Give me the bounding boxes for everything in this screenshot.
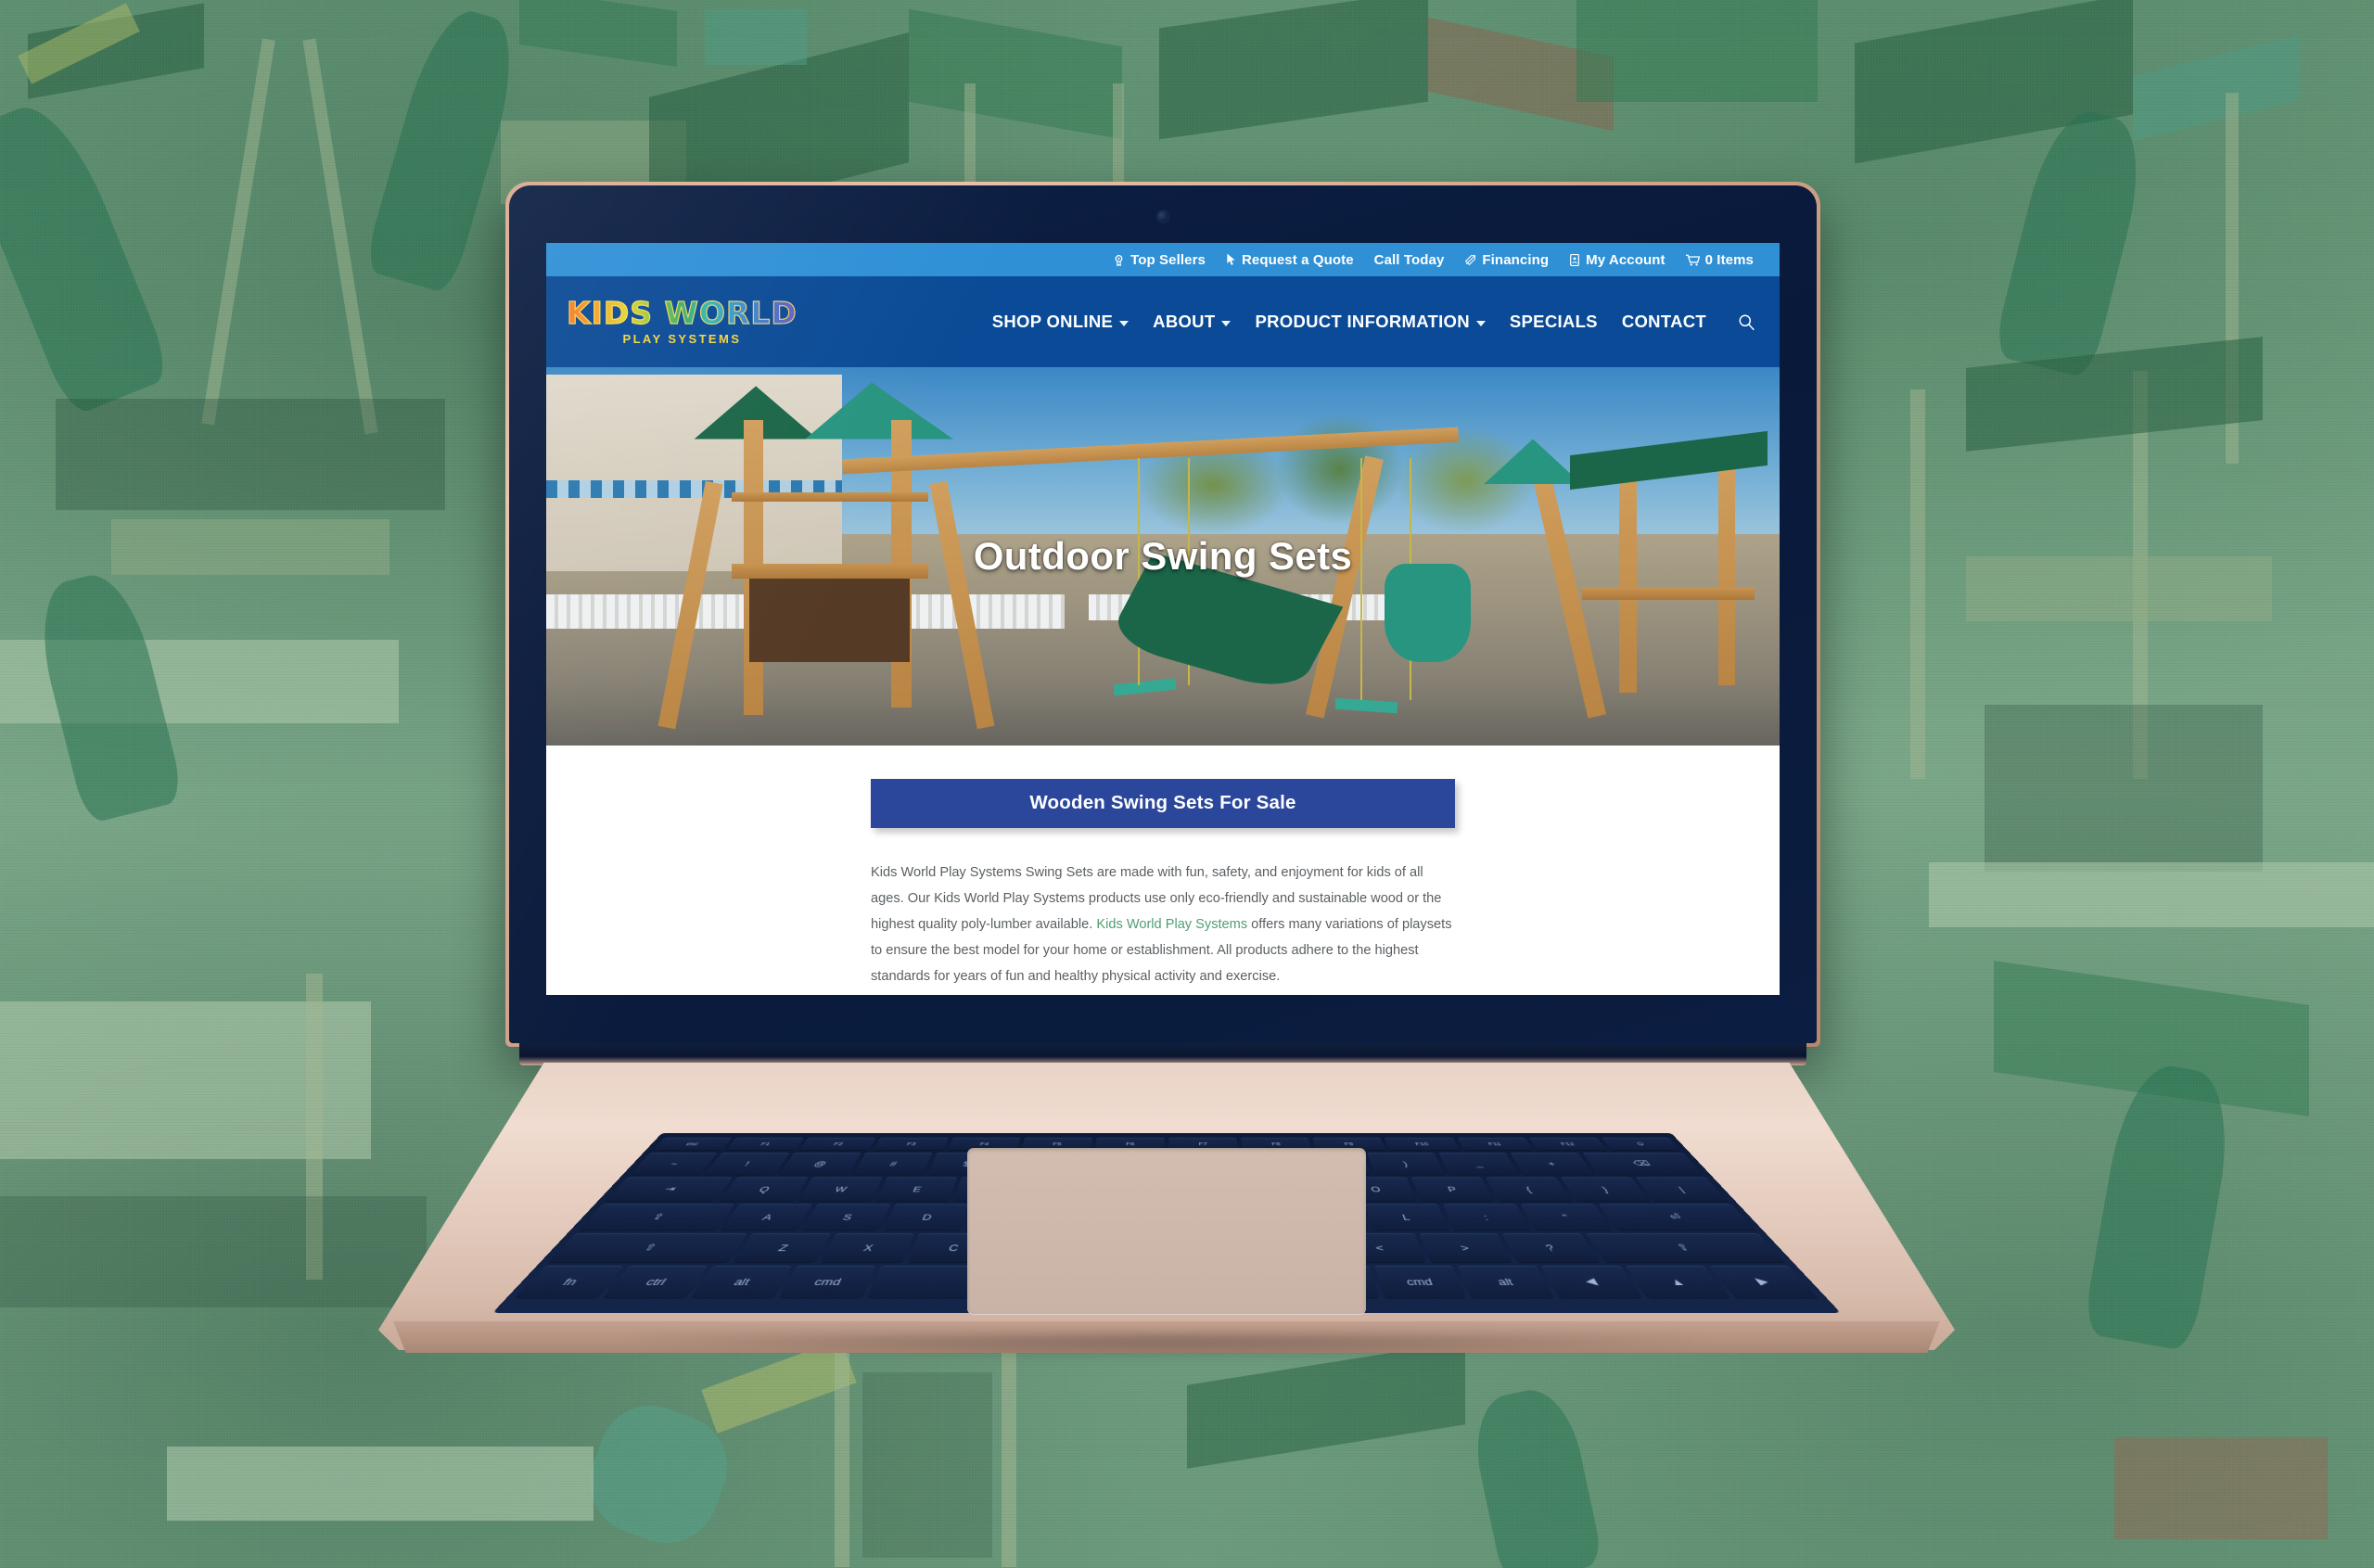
topbar-label: Financing <box>1482 251 1550 268</box>
topbar-item-financing[interactable]: Financing <box>1464 252 1549 268</box>
key-#[interactable]: # <box>853 1153 933 1175</box>
laptop-drop-shadow <box>399 1335 1938 1400</box>
topbar-label: Call Today <box>1373 251 1445 268</box>
key-F11[interactable]: F11 <box>1457 1137 1534 1151</box>
hero-banner: Outdoor Swing Sets <box>546 367 1780 746</box>
key-)[interactable]: ) <box>1366 1153 1446 1175</box>
key-@[interactable]: @ <box>778 1153 862 1175</box>
logo-secondary-text: PLAY SYSTEMS <box>622 332 742 346</box>
key-F12[interactable]: F12 <box>1528 1137 1607 1151</box>
main-navigation: SHOP ONLINE ABOUT PRODUCT INFORMATION SP… <box>992 312 1755 332</box>
key-⇥[interactable]: ⇥ <box>605 1177 734 1202</box>
key-D[interactable]: D <box>884 1204 969 1230</box>
key-{[interactable]: { <box>1486 1177 1573 1202</box>
chevron-down-icon <box>1221 320 1232 326</box>
website-page: Top Sellers Request a Quote Call Today F… <box>546 243 1780 995</box>
topbar-item-request-a-quote[interactable]: Request a Quote <box>1226 252 1354 268</box>
key-L[interactable]: L <box>1364 1204 1449 1230</box>
key-S[interactable]: S <box>802 1204 891 1230</box>
nav-item-about[interactable]: ABOUT <box>1153 312 1232 332</box>
key-_[interactable]: _ <box>1438 1153 1520 1175</box>
nav-item-product-information[interactable]: PRODUCT INFORMATION <box>1255 312 1486 332</box>
key-⏎[interactable]: ⏎ <box>1598 1204 1755 1230</box>
key-F10[interactable]: F10 <box>1385 1137 1460 1151</box>
webcam-icon <box>1157 211 1168 222</box>
screen-bezel: Top Sellers Request a Quote Call Today F… <box>509 185 1817 1043</box>
id-card-icon <box>1569 253 1580 266</box>
nav-label: CONTACT <box>1621 312 1706 331</box>
key-Z[interactable]: Z <box>734 1233 832 1263</box>
nav-label: ABOUT <box>1153 312 1216 331</box>
key-W[interactable]: W <box>798 1177 883 1202</box>
key-|[interactable]: | <box>1635 1177 1729 1202</box>
topbar-label: Request a Quote <box>1241 251 1354 268</box>
topbar-item-top-sellers[interactable]: Top Sellers <box>1113 252 1206 268</box>
key-⏻[interactable]: ⏻ <box>1601 1137 1681 1151</box>
key-⌫[interactable]: ⌫ <box>1581 1153 1704 1175</box>
site-logo[interactable]: KIDS WORLD PLAY SYSTEMS <box>566 295 798 346</box>
key-⇧[interactable]: ⇧ <box>1585 1233 1785 1263</box>
key-cmd[interactable]: cmd <box>778 1266 875 1298</box>
nav-item-specials[interactable]: SPECIALS <box>1510 312 1598 332</box>
key-F2[interactable]: F2 <box>799 1137 876 1151</box>
key-+[interactable]: + <box>1510 1153 1594 1175</box>
laptop-base-surface: escF1F2F3F4F5F6F7F8F9F10F11F12⏻ ~!@#$%^&… <box>378 1063 1955 1350</box>
logo-primary-text: KIDS WORLD <box>566 295 798 331</box>
chevron-down-icon <box>1475 320 1486 326</box>
shopping-cart-icon <box>1685 254 1700 266</box>
kids-world-play-systems-link[interactable]: Kids World Play Systems <box>1096 917 1247 932</box>
section-heading-banner: Wooden Swing Sets For Sale <box>871 779 1455 828</box>
nav-label: PRODUCT INFORMATION <box>1255 312 1470 331</box>
key-alt[interactable]: alt <box>691 1266 792 1298</box>
key-Q[interactable]: Q <box>720 1177 809 1202</box>
topbar-item-my-account[interactable]: My Account <box>1569 252 1665 268</box>
content-wrapper: Wooden Swing Sets For Sale Kids World Pl… <box>871 779 1455 995</box>
tag-icon <box>1464 254 1476 266</box>
key-![interactable]: ! <box>704 1153 790 1175</box>
key->[interactable]: > <box>1419 1233 1512 1263</box>
site-header: KIDS WORLD PLAY SYSTEMS SHOP ONLINE ABOU… <box>546 276 1780 367</box>
utility-topbar: Top Sellers Request a Quote Call Today F… <box>546 243 1780 276</box>
laptop-hinge <box>519 1043 1806 1065</box>
hero-title: Outdoor Swing Sets <box>973 534 1353 578</box>
nav-item-contact[interactable]: CONTACT <box>1622 312 1706 332</box>
key-}[interactable]: } <box>1560 1177 1651 1202</box>
key-⇪[interactable]: ⇪ <box>578 1204 735 1230</box>
search-icon[interactable] <box>1738 313 1755 331</box>
key-alt[interactable]: alt <box>1458 1266 1555 1298</box>
key-⇧[interactable]: ⇧ <box>548 1233 748 1263</box>
page-content: Wooden Swing Sets For Sale Kids World Pl… <box>546 746 1780 995</box>
laptop-device: Top Sellers Request a Quote Call Today F… <box>0 0 2374 1568</box>
key-"[interactable]: " <box>1520 1204 1613 1230</box>
laptop-lid: Top Sellers Request a Quote Call Today F… <box>505 182 1820 1047</box>
key-:[interactable]: : <box>1442 1204 1531 1230</box>
cursor-pointer-icon <box>1226 253 1236 266</box>
key-esc[interactable]: esc <box>652 1137 733 1151</box>
key-A[interactable]: A <box>721 1204 813 1230</box>
key-◀[interactable]: ◀ <box>1541 1266 1642 1298</box>
key-F3[interactable]: F3 <box>874 1137 949 1151</box>
intro-paragraph: Kids World Play Systems Swing Sets are m… <box>871 860 1455 989</box>
key-X[interactable]: X <box>821 1233 914 1263</box>
nav-item-shop-online[interactable]: SHOP ONLINE <box>991 312 1130 332</box>
topbar-label: 0 Items <box>1704 251 1754 268</box>
trackpad[interactable] <box>967 1148 1366 1315</box>
chevron-down-icon <box>1119 320 1130 326</box>
key-~[interactable]: ~ <box>630 1153 718 1175</box>
key-E[interactable]: E <box>875 1177 958 1202</box>
key-P[interactable]: P <box>1410 1177 1495 1202</box>
topbar-label: Top Sellers <box>1130 251 1206 268</box>
key-F1[interactable]: F1 <box>726 1137 805 1151</box>
topbar-item-cart[interactable]: 0 Items <box>1685 251 1754 268</box>
screen-viewport: Top Sellers Request a Quote Call Today F… <box>546 243 1780 995</box>
medal-icon <box>1113 254 1125 266</box>
key-cmd[interactable]: cmd <box>1373 1266 1467 1298</box>
nav-label: SHOP ONLINE <box>991 312 1114 331</box>
topbar-label: My Account <box>1586 251 1666 268</box>
key-?[interactable]: ? <box>1501 1233 1600 1263</box>
nav-label: SPECIALS <box>1509 312 1598 331</box>
topbar-item-call-today[interactable]: Call Today <box>1374 252 1445 268</box>
